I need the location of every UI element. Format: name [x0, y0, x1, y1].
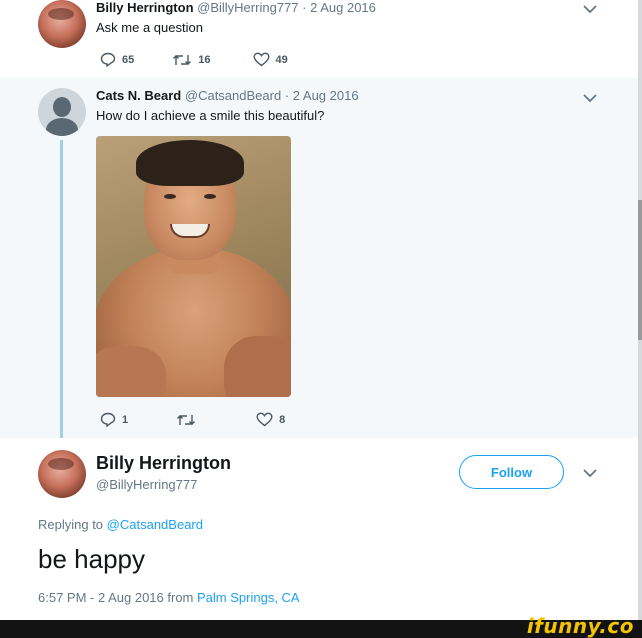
scrollbar-thumb[interactable] — [638, 200, 642, 340]
tweet-actions: 65 16 49 — [100, 52, 288, 67]
photo-arm — [224, 336, 291, 397]
tweet-header: Cats N. Beard @CatsandBeard · 2 Aug 2016 — [96, 88, 359, 103]
reply-count: 1 — [122, 413, 129, 426]
avatar[interactable] — [38, 0, 86, 48]
photo-hair — [136, 140, 244, 186]
tweet-header: Billy Herrington @BillyHerring777 · 2 Au… — [96, 0, 376, 15]
photo-eye — [164, 194, 176, 199]
watermark-logo: ifunny.co — [526, 614, 634, 638]
retweet-icon — [173, 54, 192, 65]
replying-to: Replying to @CatsandBeard — [38, 517, 203, 532]
chevron-down-icon[interactable] — [583, 468, 597, 478]
author-name[interactable]: Billy Herrington — [96, 0, 194, 15]
default-avatar-body — [46, 118, 78, 136]
like-count: 49 — [275, 53, 288, 66]
default-avatar-head — [53, 97, 71, 117]
separator: · — [302, 0, 307, 15]
photo-eye — [204, 194, 216, 199]
tweet-original[interactable]: Billy Herrington @BillyHerring777 · 2 Au… — [0, 0, 638, 78]
retweet-button[interactable] — [176, 413, 202, 427]
photo-arm — [96, 346, 166, 397]
replying-to-link[interactable]: @CatsandBeard — [107, 517, 203, 532]
like-count: 8 — [279, 413, 286, 426]
author-handle[interactable]: @CatsandBeard — [185, 88, 281, 103]
follow-button[interactable]: Follow — [459, 455, 564, 489]
heart-icon — [252, 52, 270, 67]
tweet-text: Ask me a question — [96, 20, 203, 35]
avatar[interactable] — [38, 88, 86, 136]
like-button[interactable]: 8 — [256, 412, 285, 427]
tweet-date[interactable]: 2 Aug 2016 — [293, 88, 359, 103]
tweet-photo[interactable] — [96, 136, 291, 397]
tweet-date[interactable]: 2 Aug 2016 — [310, 0, 376, 15]
heart-icon — [256, 412, 273, 427]
author-name[interactable]: Cats N. Beard — [96, 88, 181, 103]
tweet-actions: 1 8 — [100, 412, 285, 427]
replying-prefix: Replying to — [38, 517, 104, 532]
chevron-down-icon[interactable] — [583, 4, 597, 14]
scrollbar[interactable] — [638, 0, 642, 620]
tweet-timestamp[interactable]: 6:57 PM - 2 Aug 2016 — [38, 590, 164, 605]
reply-icon — [100, 52, 116, 67]
tweet-text: be happy — [38, 544, 145, 574]
author-handle[interactable]: @BillyHerring777 — [96, 477, 197, 492]
from-prefix: from — [167, 590, 194, 605]
retweet-count: 16 — [198, 53, 211, 66]
author-handle[interactable]: @BillyHerring777 — [197, 0, 298, 15]
retweet-button[interactable]: 16 — [172, 53, 211, 67]
like-button[interactable]: 49 — [252, 52, 288, 67]
separator: · — [284, 88, 290, 103]
reply-count: 65 — [122, 53, 135, 66]
tweet-meta: 6:57 PM - 2 Aug 2016 from Palm Springs, … — [38, 590, 300, 605]
reply-icon — [100, 412, 116, 427]
retweet-icon — [177, 414, 196, 425]
thread-line — [60, 140, 63, 440]
location-link[interactable]: Palm Springs, CA — [197, 590, 300, 605]
author-name[interactable]: Billy Herrington — [96, 453, 231, 474]
avatar[interactable] — [38, 450, 86, 498]
chevron-down-icon[interactable] — [583, 93, 597, 103]
tweet-text: How do I achieve a smile this beautiful? — [96, 108, 325, 123]
reply-button[interactable]: 65 — [100, 52, 134, 67]
reply-button[interactable]: 1 — [100, 412, 128, 427]
